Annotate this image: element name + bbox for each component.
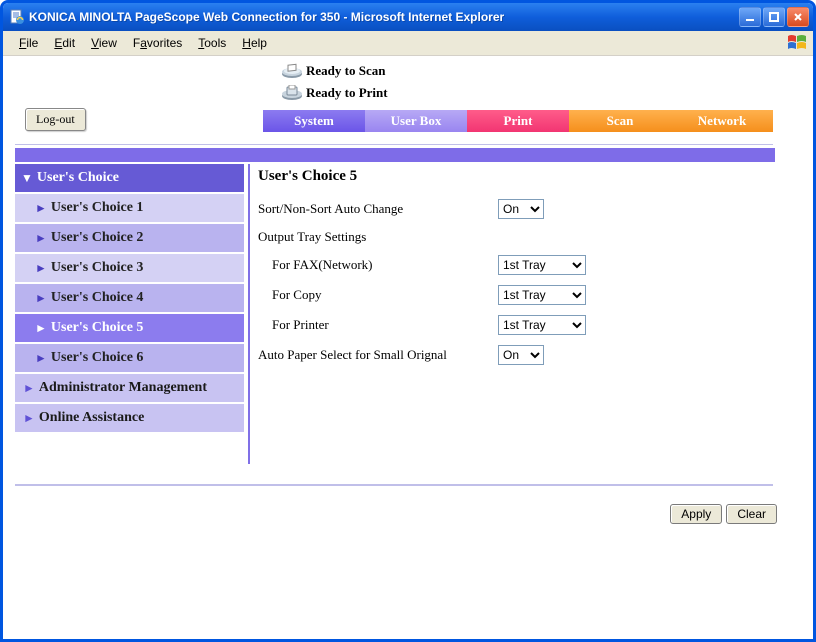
browser-window: KONICA MINOLTA PageScope Web Connection … [0,0,816,642]
sidebar-item-label: Administrator Management [39,380,207,396]
ie-page-icon [9,9,25,25]
action-buttons: Apply Clear [670,504,777,524]
scanner-icon [278,63,306,79]
triangle-right-icon: ► [23,381,35,396]
sidebar-item-label: User's Choice 2 [51,230,144,246]
sidebar-item-choice-3[interactable]: ► User's Choice 3 [15,254,244,284]
sidebar-item-label: User's Choice 5 [51,320,144,336]
menu-edit[interactable]: Edit [46,34,83,52]
close-button[interactable] [787,7,809,27]
sidebar-header-label: User's Choice [37,170,119,186]
windows-flag-icon [787,34,807,52]
sort-select[interactable]: On [498,199,544,219]
sidebar-item-label: User's Choice 4 [51,290,144,306]
sidebar-item-label: User's Choice 1 [51,200,144,216]
menu-tools[interactable]: Tools [190,34,234,52]
menu-file[interactable]: File [11,34,46,52]
fax-tray-select[interactable]: 1st Tray [498,255,586,275]
tab-network[interactable]: Network [671,110,773,132]
clear-button[interactable]: Clear [726,504,777,524]
sidebar-item-label: Online Assistance [39,410,144,426]
settings-panel: User's Choice 5 Sort/Non-Sort Auto Chang… [254,164,775,464]
sidebar-item-choice-1[interactable]: ► User's Choice 1 [15,194,244,224]
main-tabs: System User Box Print Scan Network [263,110,773,132]
page-content: Ready to Scan Ready to Print Log-out Sys… [3,56,813,66]
menu-bar: File Edit View Favorites Tools Help [3,31,813,56]
printer-tray-select[interactable]: 1st Tray [498,315,586,335]
menu-help[interactable]: Help [234,34,275,52]
triangle-right-icon: ► [35,321,47,336]
minimize-button[interactable] [739,7,761,27]
sort-label: Sort/Non-Sort Auto Change [258,201,498,217]
sidebar-item-choice-2[interactable]: ► User's Choice 2 [15,224,244,254]
sidebar-item-choice-5[interactable]: ► User's Choice 5 [15,314,244,344]
sidebar: ▼ User's Choice ► User's Choice 1 ► User… [15,164,244,464]
separator-line [15,484,773,486]
tab-system[interactable]: System [263,110,365,132]
autopaper-label: Auto Paper Select for Small Orignal [258,347,498,363]
title-bar: KONICA MINOLTA PageScope Web Connection … [3,3,813,31]
triangle-right-icon: ► [35,231,47,246]
sidebar-item-choice-6[interactable]: ► User's Choice 6 [15,344,244,374]
copy-tray-select[interactable]: 1st Tray [498,285,586,305]
apply-button[interactable]: Apply [670,504,722,524]
output-tray-label: Output Tray Settings [258,229,773,245]
sidebar-item-label: User's Choice 3 [51,260,144,276]
menu-view[interactable]: View [83,34,125,52]
triangle-right-icon: ► [35,261,47,276]
sidebar-item-choice-4[interactable]: ► User's Choice 4 [15,284,244,314]
fax-label: For FAX(Network) [272,257,498,273]
copy-label: For Copy [272,287,498,303]
window-controls [739,7,809,27]
triangle-right-icon: ► [23,411,35,426]
maximize-button[interactable] [763,7,785,27]
triangle-right-icon: ► [35,291,47,306]
panel-title: User's Choice 5 [258,168,773,185]
separator-line [15,144,773,145]
header-bar [15,148,775,162]
printer-icon [278,85,306,101]
sidebar-item-label: User's Choice 6 [51,350,144,366]
status-print-text: Ready to Print [306,85,388,101]
sidebar-item-online[interactable]: ► Online Assistance [15,404,244,434]
status-scan-text: Ready to Scan [306,63,385,79]
printer-label: For Printer [272,317,498,333]
triangle-right-icon: ► [35,201,47,216]
printer-status: Ready to Scan Ready to Print [278,60,388,104]
autopaper-select[interactable]: On [498,345,544,365]
triangle-down-icon: ▼ [21,171,33,186]
vertical-divider [248,164,250,464]
tab-print[interactable]: Print [467,110,569,132]
sidebar-item-admin[interactable]: ► Administrator Management [15,374,244,404]
menu-favorites[interactable]: Favorites [125,34,190,52]
window-title: KONICA MINOLTA PageScope Web Connection … [29,10,739,24]
logout-button[interactable]: Log-out [25,108,86,131]
tab-userbox[interactable]: User Box [365,110,467,132]
sidebar-header-users-choice[interactable]: ▼ User's Choice [15,164,244,194]
tab-scan[interactable]: Scan [569,110,671,132]
triangle-right-icon: ► [35,351,47,366]
